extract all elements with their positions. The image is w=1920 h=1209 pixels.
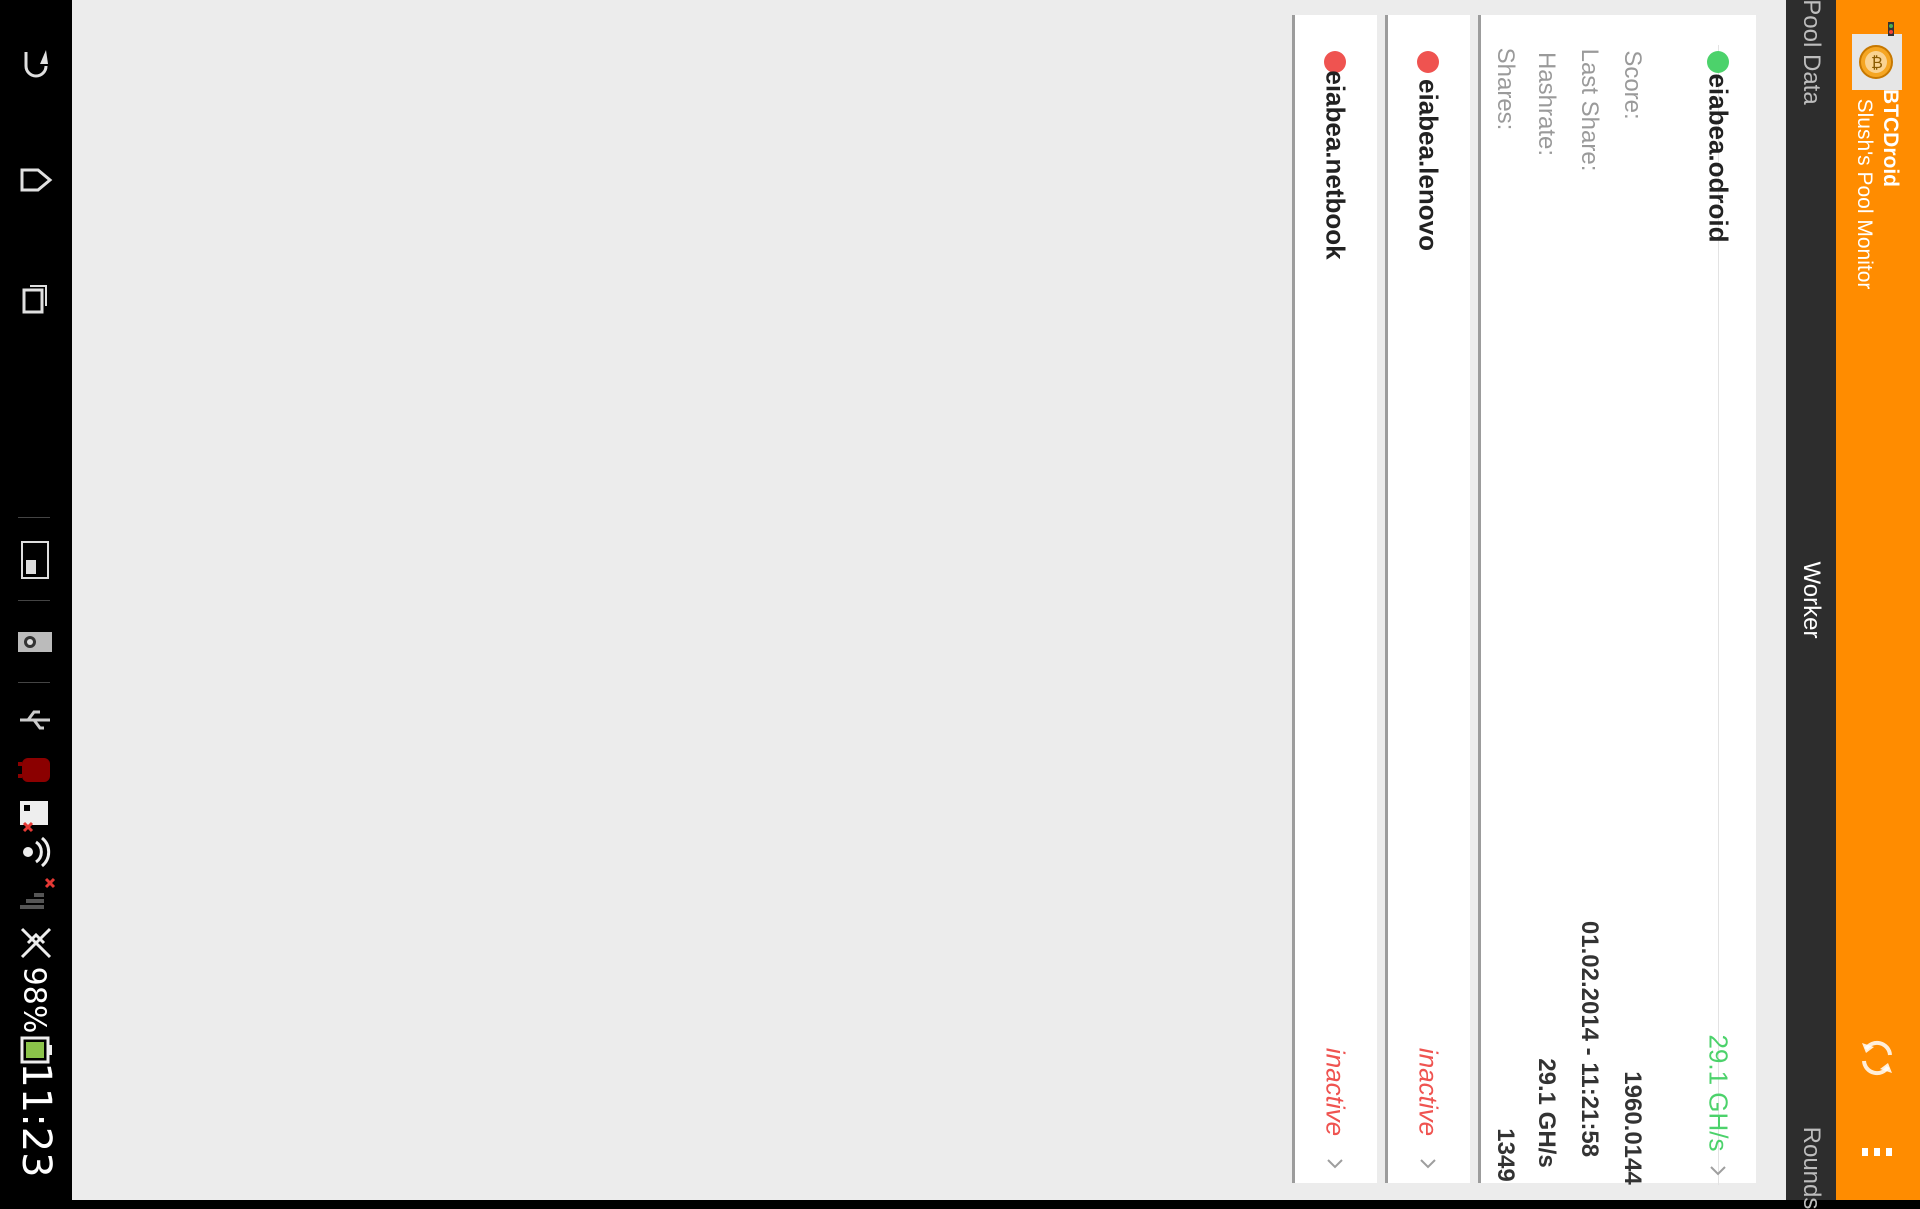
system-navigation-bar: 98% 11:23 [0, 0, 72, 1200]
sim-disabled-icon [20, 801, 48, 833]
detail-value-last-share: 01.02.2014 - 11:21:58 [1576, 920, 1603, 1158]
worker-name: eiabea.lenovo [1413, 79, 1444, 251]
expand-chevron-icon[interactable] [1325, 1153, 1345, 1173]
collapse-chevron-icon[interactable] [1708, 1160, 1728, 1180]
detail-label-shares: Shares: [1492, 47, 1519, 131]
app-subtitle: Slush's Pool Monitor [1853, 98, 1876, 290]
worker-status: inactive [1413, 1047, 1444, 1137]
worker-name: eiabea.netbook [1320, 70, 1351, 260]
worker-name: eiabea.odroid [1703, 73, 1734, 243]
overflow-menu-icon[interactable] [1862, 1140, 1892, 1166]
app-title: BTCDroid [1879, 89, 1902, 187]
detail-value-score: 1960.0144 [1619, 1071, 1646, 1185]
worker-list: eiabea.netbook inactive eiabea.lenovo in… [72, 0, 1786, 1200]
home-icon[interactable] [16, 160, 56, 200]
worker-status: inactive [1320, 1047, 1351, 1137]
status-dot [1707, 51, 1729, 73]
photo-icon [18, 632, 52, 652]
tab-pool-data[interactable]: Pool Data [1797, 0, 1825, 105]
detail-label-score: Score: [1619, 50, 1646, 120]
detail-value-hashrate: 29.1 GH/s [1533, 1058, 1560, 1168]
recent-apps-icon[interactable] [16, 280, 56, 320]
refresh-icon[interactable] [1854, 1035, 1900, 1081]
detail-value-shares: 1349 [1492, 1128, 1519, 1182]
battery-widget-icon [21, 541, 49, 579]
tab-strip: Pool Data Worker Rounds [1786, 0, 1836, 1209]
detail-label-last-share: Last Share: [1576, 48, 1603, 172]
detail-label-hashrate: Hashrate: [1533, 51, 1560, 157]
battery-percent: 98% [16, 966, 52, 1034]
clock: 11:23 [13, 1062, 59, 1178]
worker-card-netbook[interactable]: eiabea.netbook inactive [1292, 15, 1377, 1183]
usb-icon [20, 710, 50, 730]
worker-card-odroid[interactable]: eiabea.odroid 29.1 GH/s Score: 1960.0144… [1478, 15, 1756, 1185]
debug-android-icon [18, 758, 50, 782]
signal-icon [20, 877, 56, 909]
back-icon[interactable] [16, 40, 56, 80]
app-logo-icon[interactable]: ₿ [1852, 20, 1902, 90]
tab-rounds[interactable]: Rounds [1797, 1127, 1825, 1209]
expand-chevron-icon[interactable] [1418, 1153, 1438, 1173]
wifi-icon [23, 836, 51, 868]
status-dot [1417, 51, 1439, 73]
worker-card-lenovo[interactable]: eiabea.lenovo inactive [1385, 15, 1470, 1183]
no-data-icon [20, 927, 52, 959]
worker-hashrate: 29.1 GH/s [1703, 1034, 1734, 1152]
svg-text:₿: ₿ [1871, 53, 1883, 72]
tab-worker[interactable]: Worker [1797, 562, 1825, 639]
